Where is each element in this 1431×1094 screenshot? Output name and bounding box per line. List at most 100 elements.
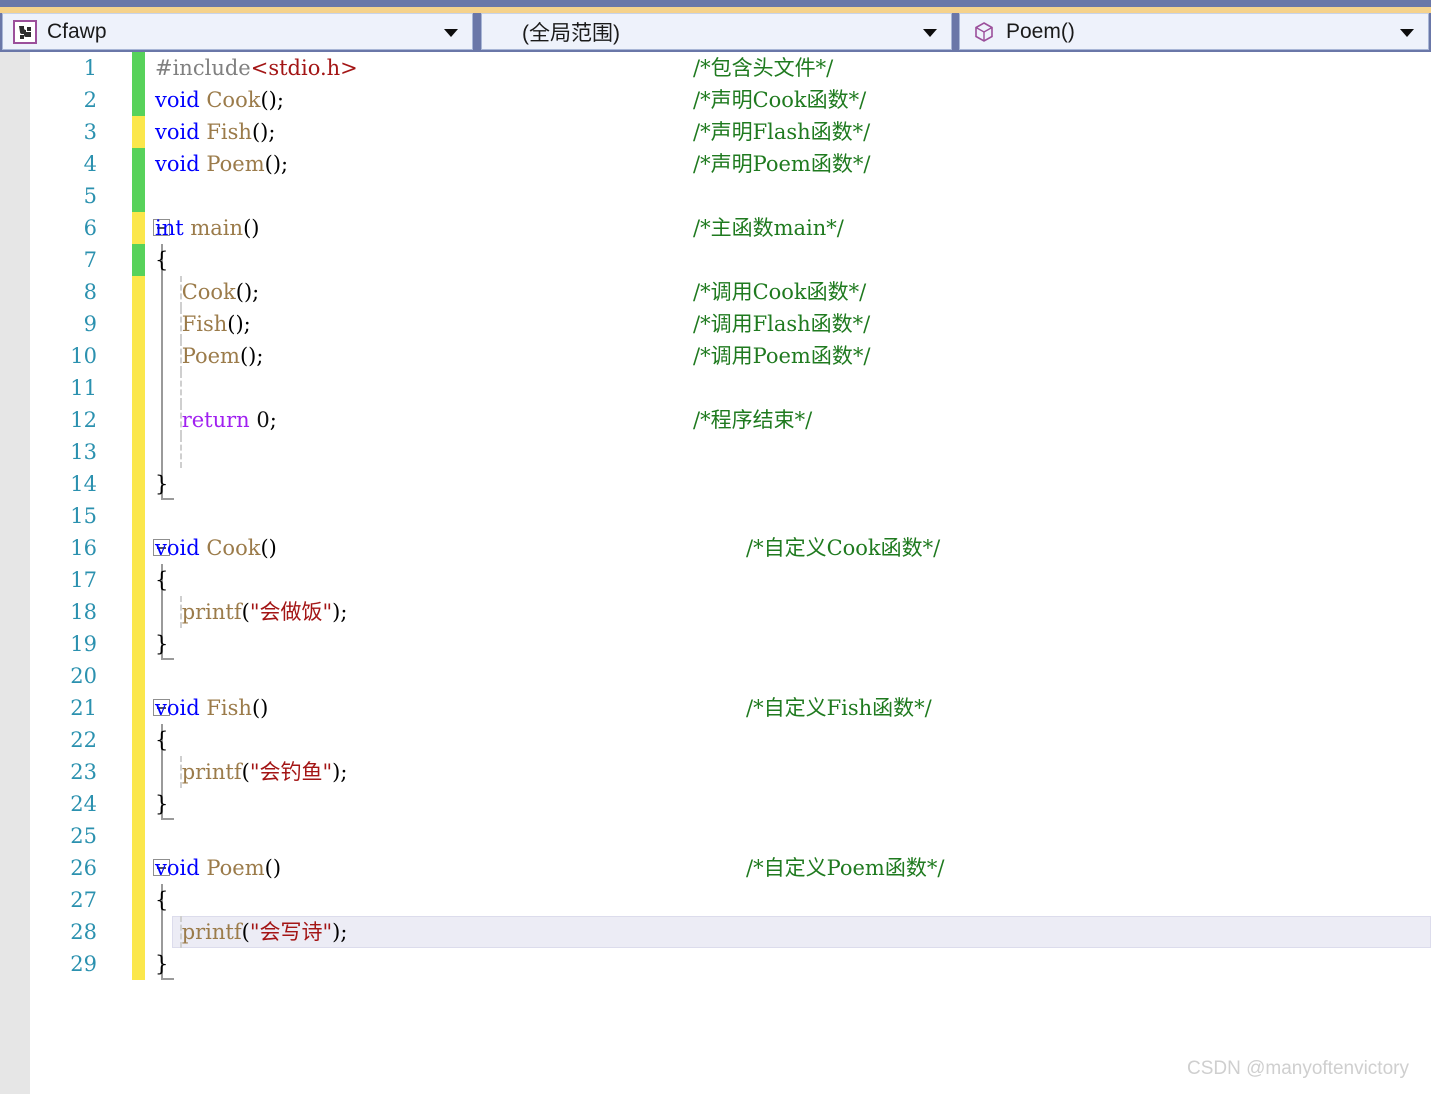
code-text: { <box>155 728 169 752</box>
code-comment: /*声明Flash函数*/ <box>693 120 871 144</box>
code-comment: /*包含头文件*/ <box>693 56 834 80</box>
code-line[interactable]: 4 void Poem(); /*声明Poem函数*/ <box>0 148 1431 180</box>
scope-dropdown[interactable]: (全局范围) <box>481 13 952 50</box>
code-line[interactable]: 11 <box>0 372 1431 404</box>
change-bar <box>132 180 145 212</box>
line-number: 2 <box>83 88 97 112</box>
code-text: printf("会做饭"); <box>181 600 348 624</box>
line-number: 5 <box>83 184 97 208</box>
change-bar <box>132 660 145 692</box>
change-bar <box>132 84 145 116</box>
code-text: int main() <box>155 216 260 240</box>
code-text: return 0; <box>181 408 277 432</box>
code-comment: /*调用Poem函数*/ <box>693 344 871 368</box>
change-bar <box>132 532 145 564</box>
indent-guide <box>180 436 182 468</box>
code-line[interactable]: 8 Cook(); /*调用Cook函数*/ <box>0 276 1431 308</box>
code-comment: /*调用Flash函数*/ <box>693 312 871 336</box>
code-line[interactable]: 14} <box>0 468 1431 500</box>
code-line[interactable]: 23 printf("会钓鱼"); <box>0 756 1431 788</box>
code-comment: /*调用Cook函数*/ <box>693 280 867 304</box>
code-text: void Fish() <box>155 696 269 720</box>
code-comment: /*声明Poem函数*/ <box>693 152 871 176</box>
line-number: 11 <box>70 376 97 400</box>
code-text: } <box>155 472 169 496</box>
code-line[interactable]: 28 printf("会写诗"); <box>0 916 1431 948</box>
cube-icon <box>972 20 996 44</box>
watermark-text: CSDN @manyoftenvictory <box>1186 1058 1409 1079</box>
code-line[interactable]: 16 void Cook() /*自定义Cook函数*/ <box>0 532 1431 564</box>
code-line[interactable]: 20 <box>0 660 1431 692</box>
code-line[interactable]: 25 <box>0 820 1431 852</box>
code-text: printf("会写诗"); <box>181 920 348 944</box>
change-bar <box>132 596 145 628</box>
code-line[interactable]: 17 { <box>0 564 1431 596</box>
chevron-down-icon[interactable] <box>919 21 941 43</box>
code-line[interactable]: 24} <box>0 788 1431 820</box>
code-line[interactable]: 1 #include<stdio.h> /*包含头文件*/ <box>0 52 1431 84</box>
chevron-down-icon[interactable] <box>1396 21 1418 43</box>
change-bar <box>132 916 145 948</box>
change-bar <box>132 244 145 276</box>
line-number: 26 <box>70 856 97 880</box>
chevron-down-icon[interactable] <box>440 21 462 43</box>
change-bar <box>132 340 145 372</box>
code-line[interactable]: 12 return 0; /*程序结束*/ <box>0 404 1431 436</box>
code-line[interactable]: 15 <box>0 500 1431 532</box>
line-number: 7 <box>83 248 97 272</box>
code-line[interactable]: 27 { <box>0 884 1431 916</box>
line-number: 29 <box>70 952 97 976</box>
code-editor-surface[interactable]: 1 #include<stdio.h> /*包含头文件*/ 2 void Cook();… <box>0 52 1431 1094</box>
code-comment: /*自定义Fish函数*/ <box>746 696 932 720</box>
change-bar <box>132 756 145 788</box>
code-lines-container[interactable]: 1 #include<stdio.h> /*包含头文件*/ 2 void Cook();… <box>0 52 1431 1094</box>
code-line[interactable]: 29} <box>0 948 1431 980</box>
line-number: 21 <box>70 696 97 720</box>
code-text: { <box>155 248 169 272</box>
code-line[interactable]: 9 Fish(); /*调用Flash函数*/ <box>0 308 1431 340</box>
code-line[interactable]: 13 <box>0 436 1431 468</box>
code-text: { <box>155 568 169 592</box>
code-text: void Cook(); <box>155 88 284 112</box>
line-number: 19 <box>70 632 97 656</box>
member-dropdown[interactable]: Poem() <box>959 13 1429 50</box>
code-text: void Poem() <box>155 856 282 880</box>
code-line[interactable]: 6 int main() /*主函数main*/ <box>0 212 1431 244</box>
code-line[interactable]: 7{ <box>0 244 1431 276</box>
project-dropdown[interactable]: Cfawp <box>2 13 473 50</box>
change-bar <box>132 212 145 244</box>
code-text: Cook(); <box>181 280 260 304</box>
line-number: 25 <box>70 824 97 848</box>
code-line[interactable]: 26 void Poem() /*自定义Poem函数*/ <box>0 852 1431 884</box>
code-text: } <box>155 792 169 816</box>
change-bar <box>132 116 145 148</box>
code-line[interactable]: 22 { <box>0 724 1431 756</box>
code-line[interactable]: 3 void Fish(); /*声明Flash函数*/ <box>0 116 1431 148</box>
code-text: } <box>155 952 169 976</box>
line-number: 4 <box>83 152 97 176</box>
code-line[interactable]: 19} <box>0 628 1431 660</box>
code-line[interactable]: 18 printf("会做饭"); <box>0 596 1431 628</box>
code-text: void Fish(); <box>155 120 276 144</box>
fold-region-line <box>161 436 163 468</box>
code-text: Fish(); <box>181 312 251 336</box>
change-bar <box>132 404 145 436</box>
code-line[interactable]: 2 void Cook(); /*声明Cook函数*/ <box>0 84 1431 116</box>
puzzle-icon <box>13 19 37 44</box>
scope-dropdown-label: (全局范围) <box>522 21 620 45</box>
code-text: { <box>155 888 169 912</box>
line-number: 12 <box>70 408 97 432</box>
change-bar <box>132 276 145 308</box>
code-text: void Cook() <box>155 536 277 560</box>
fold-region-line <box>161 372 163 404</box>
code-comment: /*自定义Poem函数*/ <box>746 856 945 880</box>
code-line[interactable]: 5 <box>0 180 1431 212</box>
code-line[interactable]: 21 void Fish() /*自定义Fish函数*/ <box>0 692 1431 724</box>
code-comment: /*自定义Cook函数*/ <box>746 536 941 560</box>
change-bar <box>132 724 145 756</box>
indent-guide <box>180 372 182 404</box>
change-bar <box>132 692 145 724</box>
change-bar <box>132 372 145 404</box>
code-comment: /*声明Cook函数*/ <box>693 88 867 112</box>
code-line[interactable]: 10 Poem(); /*调用Poem函数*/ <box>0 340 1431 372</box>
